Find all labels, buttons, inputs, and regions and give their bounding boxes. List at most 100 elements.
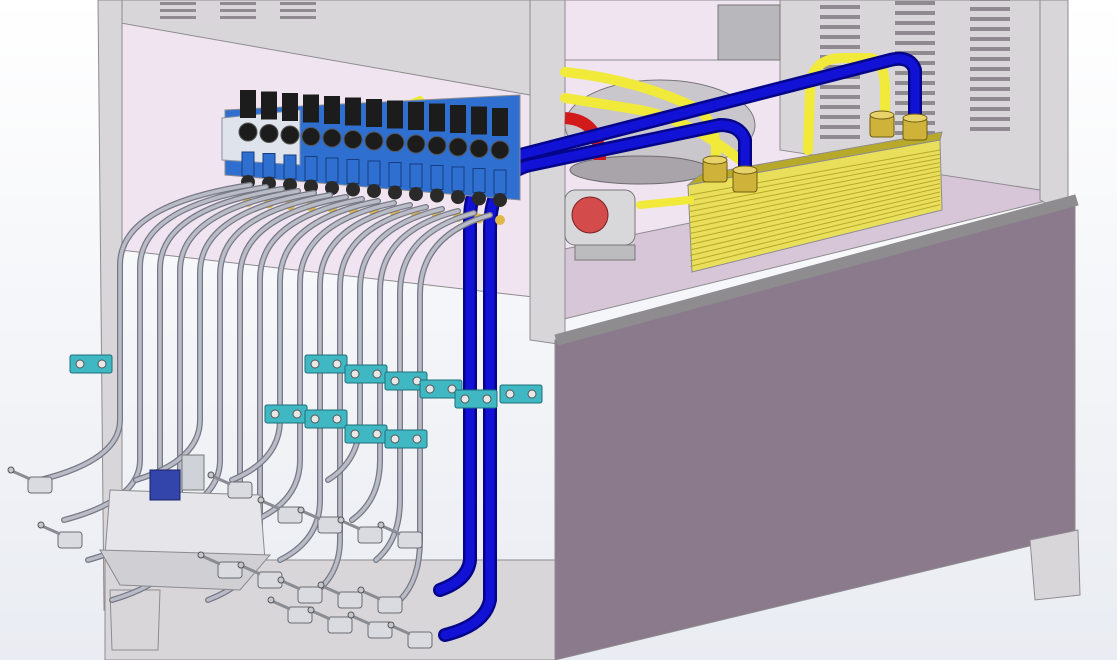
- frame-post-mid: [529, 0, 566, 346]
- valve-knob: [490, 140, 510, 160]
- fitting-nut: [57, 531, 83, 549]
- valve-body: [430, 165, 444, 190]
- valve-body: [451, 166, 465, 192]
- vent-slot: [970, 127, 1010, 131]
- fitting-nut: [357, 526, 383, 544]
- valve-body: [241, 151, 255, 177]
- vent-slot: [970, 0, 1010, 1]
- clamp-bolt: [482, 394, 492, 404]
- valve-body: [262, 153, 276, 178]
- valve-knob: [364, 131, 384, 151]
- valve-knob: [343, 130, 363, 149]
- handle-knob: [387, 621, 395, 629]
- clamp-bolt: [425, 384, 435, 394]
- vent-slot: [970, 87, 1010, 91]
- valve-knob: [259, 124, 279, 143]
- vent-slot: [820, 105, 860, 109]
- solenoid-coil: [261, 91, 277, 120]
- valve-knob: [385, 133, 405, 152]
- valve-body: [493, 169, 507, 195]
- solenoid-coil: [450, 105, 466, 133]
- clamp-bolt: [372, 429, 382, 439]
- valve-body: [325, 157, 339, 183]
- clamp-bolt: [350, 429, 360, 439]
- solenoid-coil: [408, 102, 424, 130]
- vent-slot: [820, 35, 860, 39]
- fitting-nut: [337, 591, 363, 609]
- vent-slot: [280, 2, 316, 5]
- clamp-bolt: [97, 359, 107, 369]
- valve-knob: [322, 128, 342, 148]
- solenoid-coil: [345, 97, 361, 126]
- fitting-nut: [397, 531, 423, 549]
- clamp-bolt: [390, 434, 400, 444]
- fitting-cap: [869, 110, 895, 120]
- vent-slot: [280, 9, 316, 12]
- vent-slot: [895, 31, 935, 35]
- solenoid-coil: [303, 94, 319, 123]
- valve-port: [388, 185, 402, 200]
- vent-slot: [820, 85, 860, 89]
- handle-knob: [307, 606, 315, 614]
- handle-knob: [357, 586, 365, 594]
- valve-body: [367, 160, 381, 186]
- clamp-bolt: [310, 359, 320, 369]
- vent-slot: [895, 1, 935, 5]
- clamp-bolt: [75, 359, 85, 369]
- clamp-bolt: [412, 434, 422, 444]
- valve-port: [493, 193, 507, 207]
- solenoid-coil: [492, 108, 508, 136]
- valve-body: [388, 162, 402, 187]
- vent-slot: [820, 25, 860, 29]
- vent-slot: [895, 21, 935, 25]
- solenoid-coil: [429, 103, 445, 132]
- fitting-cap: [902, 113, 928, 123]
- fitting-nut: [377, 596, 403, 614]
- vent-slot: [970, 67, 1010, 71]
- solenoid-coil: [366, 99, 382, 127]
- valve-knob: [469, 139, 489, 158]
- vent-slot: [970, 57, 1010, 61]
- vent-slot: [160, 9, 196, 12]
- handle-knob: [257, 496, 265, 504]
- handle-knob: [377, 521, 385, 529]
- vent-slot: [220, 9, 256, 12]
- fitting-nut: [327, 616, 353, 634]
- valve-port: [346, 182, 360, 197]
- solenoid-coil: [387, 100, 403, 129]
- handle-knob: [297, 506, 305, 514]
- valve-knob: [448, 137, 468, 157]
- clamp-bolt: [527, 389, 537, 399]
- valve-body: [283, 154, 297, 180]
- valve-body: [304, 156, 318, 181]
- vent-slot: [970, 47, 1010, 51]
- vent-slot: [820, 45, 860, 49]
- vent-slot: [220, 16, 256, 19]
- vent-slot: [895, 41, 935, 45]
- vent-slot: [820, 15, 860, 19]
- solenoid-coil: [471, 106, 487, 135]
- frame-post-right: [1039, 0, 1069, 216]
- handle-knob: [237, 561, 245, 569]
- solenoid-coil: [324, 96, 340, 124]
- vent-slot: [820, 115, 860, 119]
- vent-slot: [160, 2, 196, 5]
- fitting-cap: [702, 155, 728, 165]
- vent-slot: [280, 16, 316, 19]
- fitting-cap: [732, 165, 758, 175]
- vent-slot: [970, 107, 1010, 111]
- valve-knob: [280, 125, 300, 145]
- fitting-nut: [407, 631, 433, 649]
- clamp-bolt: [372, 369, 382, 379]
- vent-slot: [970, 77, 1010, 81]
- clamp-bolt: [332, 414, 342, 424]
- port-ring: [495, 215, 505, 225]
- handle-knob: [347, 611, 355, 619]
- vent-slot: [820, 5, 860, 9]
- valve-knob: [406, 134, 426, 154]
- vent-slot: [970, 97, 1010, 101]
- solenoid-coil: [282, 93, 298, 121]
- clamp-bolt: [292, 409, 302, 419]
- vent-slot: [220, 2, 256, 5]
- valve-port: [409, 187, 423, 201]
